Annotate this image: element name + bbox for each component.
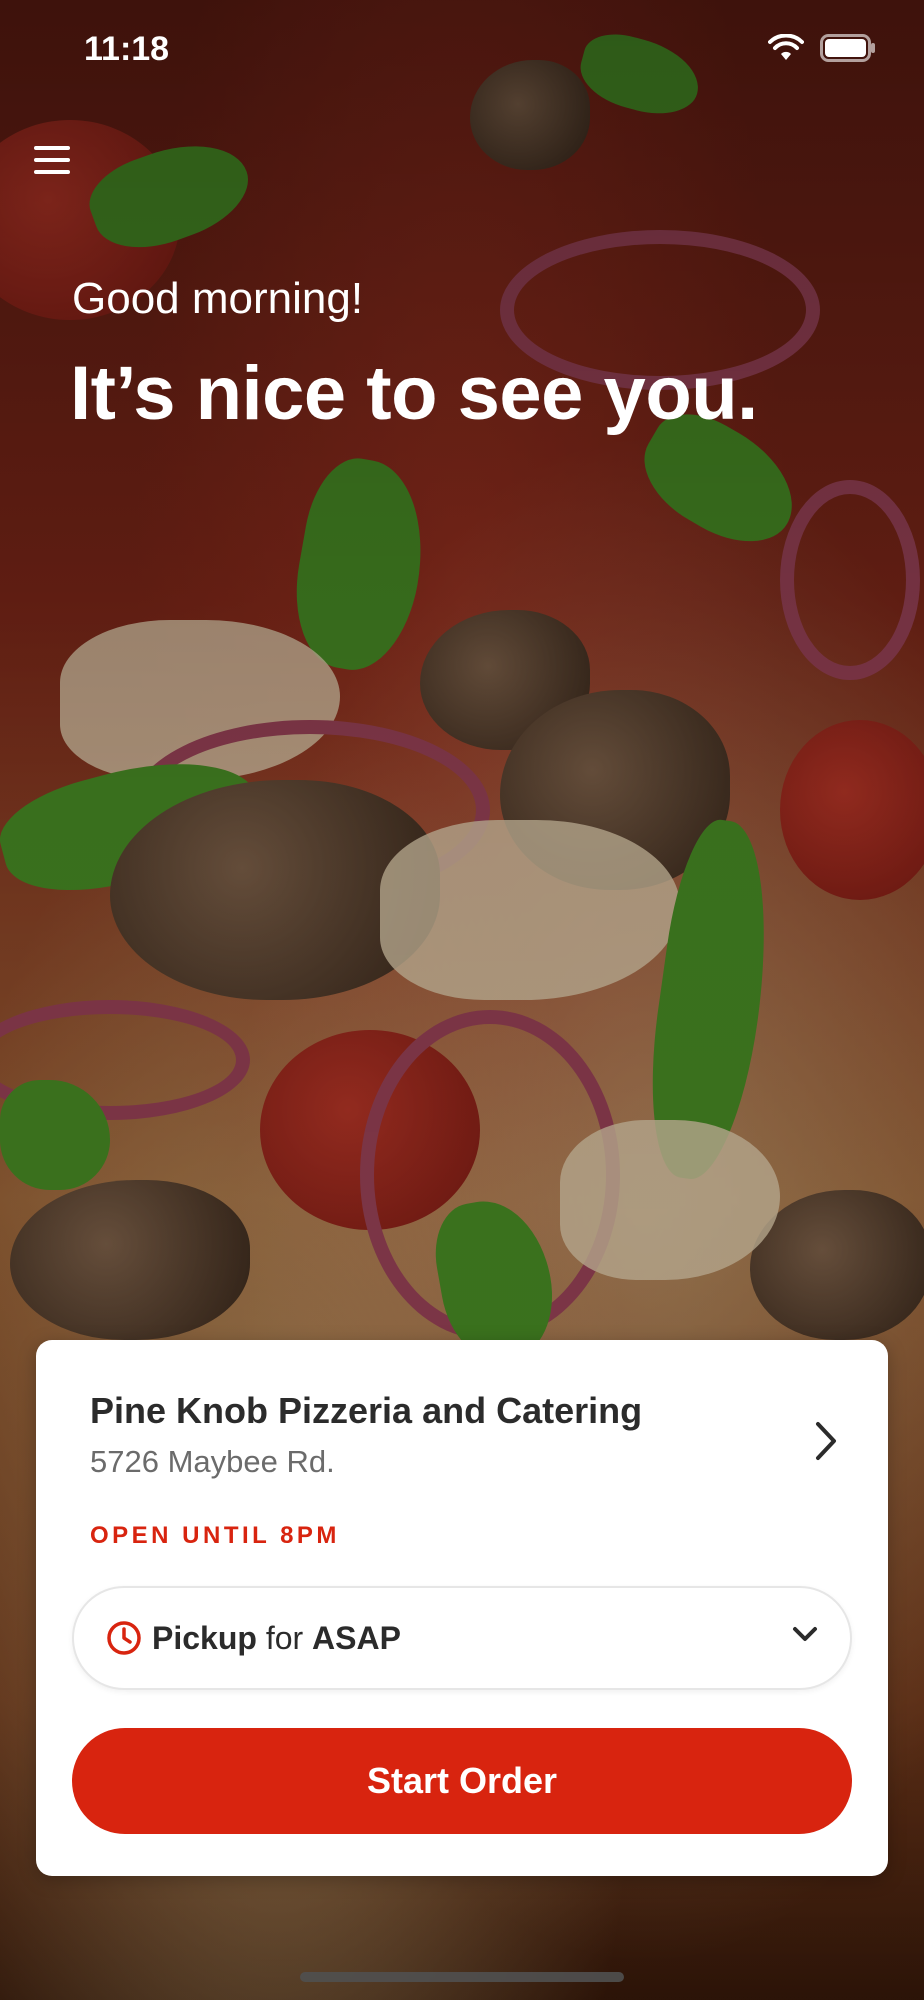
menu-line: [34, 158, 70, 162]
start-order-button[interactable]: Start Order: [72, 1728, 852, 1834]
status-icons: [768, 34, 876, 62]
greeting-text: Good morning!: [72, 274, 364, 323]
order-time: ASAP: [312, 1619, 401, 1656]
store-open-status: OPEN UNTIL 8PM: [90, 1522, 340, 1549]
store-name: Pine Knob Pizzeria and Catering: [90, 1390, 643, 1431]
store-address: 5726 Maybee Rd.: [90, 1444, 335, 1479]
chevron-down-icon: [792, 1626, 818, 1649]
menu-line: [34, 170, 70, 174]
wifi-icon: [768, 34, 804, 62]
order-connector: for: [265, 1619, 304, 1656]
status-bar: 11:18: [0, 0, 924, 100]
order-type-selector[interactable]: Pickup for ASAP: [72, 1586, 852, 1690]
home-indicator[interactable]: [300, 1972, 624, 1982]
headline-text: It’s nice to see you.: [70, 351, 758, 436]
order-mode: Pickup: [152, 1619, 257, 1656]
battery-icon: [820, 34, 876, 62]
clock-icon: [106, 1620, 142, 1656]
menu-line: [34, 146, 70, 150]
hamburger-menu-icon[interactable]: [34, 140, 74, 180]
order-type-text: Pickup for ASAP: [152, 1620, 401, 1657]
chevron-right-icon: [814, 1420, 838, 1467]
home-screen: 11:18 Good morning! It’s nice to see you…: [0, 0, 924, 2000]
store-selector[interactable]: Pine Knob Pizzeria and Catering 5726 May…: [90, 1390, 850, 1480]
store-card: Pine Knob Pizzeria and Catering 5726 May…: [36, 1340, 888, 1876]
status-time: 11:18: [84, 30, 170, 68]
